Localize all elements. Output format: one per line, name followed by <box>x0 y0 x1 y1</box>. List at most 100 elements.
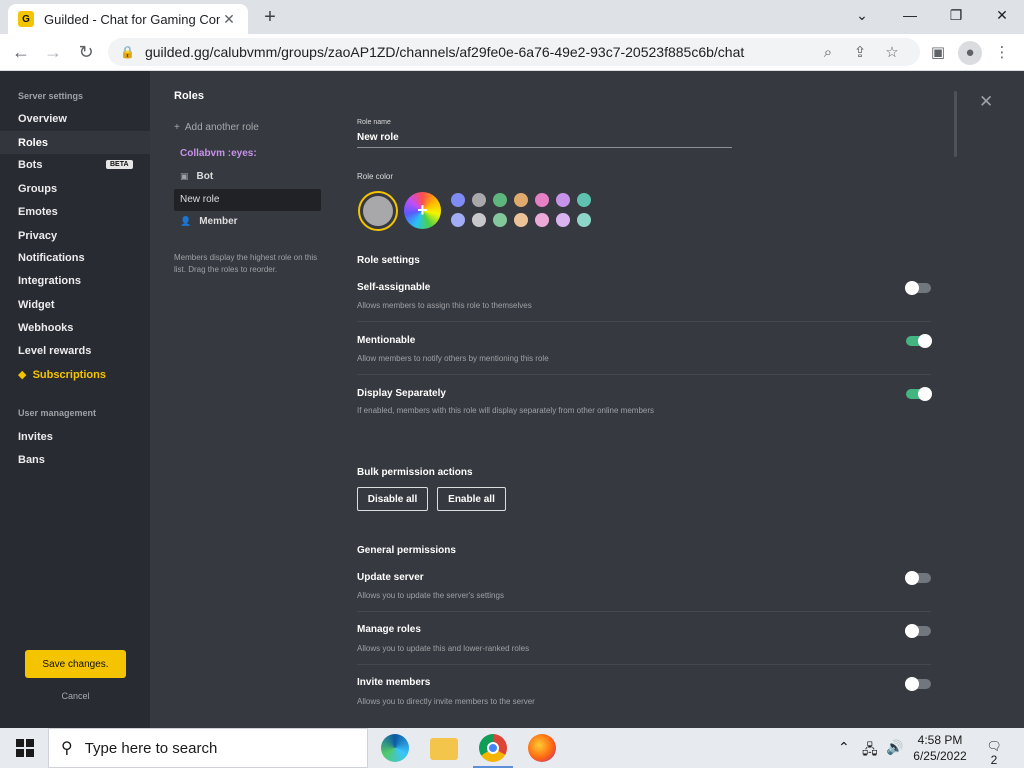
address-bar[interactable]: 🔒 guilded.gg/calubvmm/groups/zaoAP1ZD/ch… <box>108 38 920 66</box>
self-assignable-toggle[interactable] <box>905 281 931 295</box>
clock-date: 6/25/2022 <box>913 749 967 763</box>
permission-desc: Allows you to update the server's settin… <box>357 591 504 600</box>
role-item-new-role[interactable]: New role <box>174 189 321 211</box>
sidebar-item-roles[interactable]: Roles <box>18 137 48 149</box>
color-swatch[interactable] <box>556 193 570 207</box>
setting-title: Self-assignable <box>357 282 431 293</box>
disable-all-button[interactable]: Disable all <box>357 487 428 511</box>
permission-desc: Allows you to directly invite members to… <box>357 697 535 706</box>
setting-title: Display Separately <box>357 388 446 399</box>
manage-roles-toggle[interactable] <box>905 624 931 638</box>
forward-icon[interactable]: → <box>40 40 66 66</box>
invite-members-toggle[interactable] <box>905 677 931 691</box>
tab-search-chevron-icon[interactable]: ⌄ <box>840 4 884 28</box>
selected-color-swatch[interactable] <box>358 191 398 231</box>
sidebar-item-subscriptions[interactable]: ◆ Subscriptions <box>18 368 106 381</box>
chrome-icon[interactable] <box>479 734 507 762</box>
reload-icon[interactable]: ↻ <box>73 40 99 66</box>
color-swatch[interactable] <box>451 193 465 207</box>
close-icon[interactable]: ✕ <box>979 92 993 112</box>
tab-close-icon[interactable]: ✕ <box>220 11 238 28</box>
sidebar-item-widget[interactable]: Widget <box>18 299 55 311</box>
color-swatch[interactable] <box>577 213 591 227</box>
sidebar-item-level-rewards[interactable]: Level rewards <box>18 345 91 357</box>
sidebar-item-notifications[interactable]: Notifications <box>18 252 85 264</box>
edge-icon[interactable] <box>381 734 409 762</box>
sidebar-item-overview[interactable]: Overview <box>18 113 67 125</box>
color-swatch[interactable] <box>514 193 528 207</box>
clock-time: 4:58 PM <box>917 733 963 747</box>
sidebar-item-bans[interactable]: Bans <box>18 454 45 466</box>
guilded-favicon-icon: G <box>18 11 34 27</box>
window-close-icon[interactable]: ✕ <box>980 4 1024 28</box>
restore-icon[interactable]: ❐ <box>934 4 978 28</box>
color-swatch[interactable] <box>493 193 507 207</box>
notification-count: 2 <box>990 753 998 767</box>
sidebar-item-emotes[interactable]: Emotes <box>18 206 58 218</box>
lock-icon[interactable]: 🔒 <box>120 45 135 59</box>
settings-sidebar: Server settings Overview Roles Bots BETA… <box>0 71 150 728</box>
color-swatch[interactable] <box>514 213 528 227</box>
plus-icon: + <box>174 122 180 133</box>
profile-avatar-icon[interactable]: ● <box>958 41 982 65</box>
divider <box>357 611 931 612</box>
sidebar-item-bots[interactable]: Bots <box>18 159 42 171</box>
scrollbar-thumb[interactable] <box>954 91 957 157</box>
bookmark-star-icon[interactable]: ☆ <box>876 43 908 61</box>
chrome-menu-icon[interactable]: ⋮ <box>990 41 1014 65</box>
file-explorer-icon[interactable] <box>430 738 458 760</box>
firefox-icon[interactable] <box>528 734 556 762</box>
color-swatch[interactable] <box>556 213 570 227</box>
share-icon[interactable]: ⇪ <box>844 43 876 61</box>
role-name-input[interactable]: New role <box>357 132 399 143</box>
role-item-bot[interactable]: ▣ Bot <box>180 171 213 182</box>
sidebar-item-integrations[interactable]: Integrations <box>18 275 81 287</box>
divider <box>357 374 931 375</box>
side-panel-icon[interactable]: ▣ <box>926 41 950 65</box>
settings-main: Roles + Add another role Collabvm :eyes:… <box>150 71 1024 728</box>
sidebar-item-invites[interactable]: Invites <box>18 431 53 443</box>
role-item-label: New role <box>180 194 220 205</box>
mentionable-toggle[interactable] <box>906 334 932 348</box>
taskbar-clock[interactable]: 4:58 PM 6/25/2022 <box>905 732 975 764</box>
back-icon[interactable]: ← <box>8 40 34 66</box>
add-role-button[interactable]: + Add another role <box>174 122 259 133</box>
save-changes-button[interactable]: Save changes. <box>25 650 126 678</box>
notification-center-icon[interactable]: 🗨 2 <box>983 739 1005 767</box>
page-title: Roles <box>174 90 204 102</box>
browser-toolbar: ← → ↻ 🔒 guilded.gg/calubvmm/groups/zaoAP… <box>0 34 1024 71</box>
sidebar-item-groups[interactable]: Groups <box>18 183 57 195</box>
color-swatch[interactable] <box>451 213 465 227</box>
update-server-toggle[interactable] <box>905 571 931 585</box>
cancel-button[interactable]: Cancel <box>25 691 126 701</box>
sidebar-item-privacy[interactable]: Privacy <box>18 230 57 242</box>
enable-all-button[interactable]: Enable all <box>437 487 506 511</box>
windows-start-icon[interactable] <box>6 728 44 768</box>
url-text[interactable]: guilded.gg/calubvmm/groups/zaoAP1ZD/chan… <box>145 44 812 60</box>
taskbar-search-box[interactable]: ⚲ Type here to search <box>48 728 368 768</box>
tray-chevron-up-icon[interactable]: ⌃ <box>838 739 850 756</box>
role-settings-heading: Role settings <box>357 255 420 266</box>
permission-desc: Allows you to update this and lower-rank… <box>357 644 530 653</box>
zoom-icon[interactable]: ⌕ <box>812 44 844 61</box>
role-item-member[interactable]: 👤 Member <box>180 216 238 227</box>
display-separately-toggle[interactable] <box>906 387 932 401</box>
color-swatch[interactable] <box>535 213 549 227</box>
search-placeholder: Type here to search <box>84 739 218 757</box>
color-swatch[interactable] <box>472 193 486 207</box>
browser-tab-bar: G Guilded - Chat for Gaming Comm ✕ + ⌄ —… <box>0 0 1024 34</box>
new-tab-icon[interactable]: + <box>258 6 282 30</box>
sidebar-item-webhooks[interactable]: Webhooks <box>18 322 73 334</box>
beta-badge: BETA <box>106 160 133 169</box>
color-swatch[interactable] <box>535 193 549 207</box>
network-icon[interactable]: 🖧 <box>862 739 878 763</box>
role-group-label[interactable]: Collabvm :eyes: <box>180 148 257 159</box>
color-swatch[interactable] <box>493 213 507 227</box>
browser-tab[interactable]: G Guilded - Chat for Gaming Comm ✕ <box>8 4 248 34</box>
minimize-icon[interactable]: — <box>888 4 932 28</box>
custom-color-picker-icon[interactable]: + <box>404 192 441 229</box>
volume-icon[interactable]: 🔊 <box>886 739 903 756</box>
color-swatch[interactable] <box>472 213 486 227</box>
color-swatch[interactable] <box>577 193 591 207</box>
robot-icon: ▣ <box>180 171 189 181</box>
